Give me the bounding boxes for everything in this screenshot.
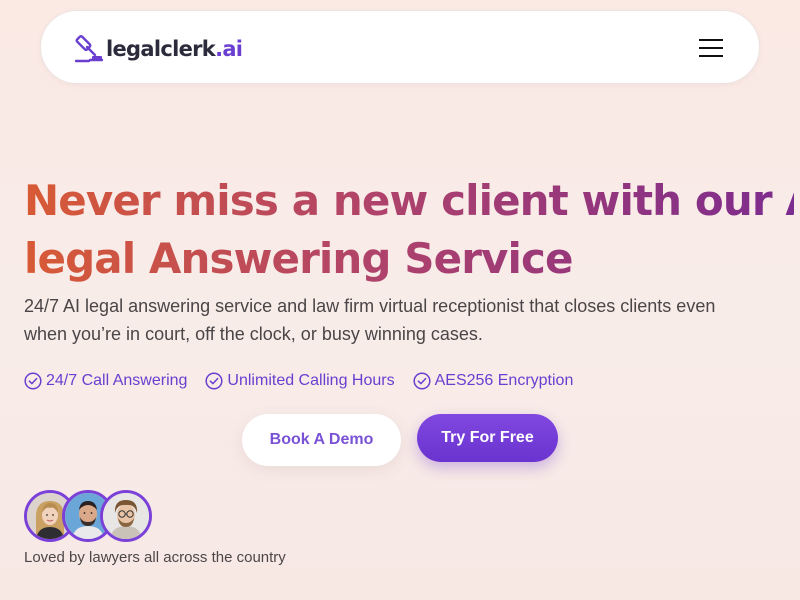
headline-line-1: Never miss a new client with our AI <box>24 176 800 225</box>
feature-item: 24/7 Call Answering <box>24 372 187 390</box>
avatar <box>100 490 152 542</box>
gavel-logo-icon <box>74 34 104 63</box>
logo-suffix: .ai <box>215 37 243 61</box>
hamburger-menu-icon[interactable] <box>697 37 725 59</box>
logo[interactable]: legalclerk.ai <box>73 33 243 65</box>
avatar-man-glasses-icon <box>103 493 149 539</box>
logo-text: legalclerk.ai <box>106 37 243 61</box>
feature-label: AES256 Encryption <box>434 372 574 389</box>
check-circle-icon <box>24 372 42 390</box>
subtitle-line-1: 24/7 AI legal answering service and law … <box>24 296 716 316</box>
hero-subtitle: 24/7 AI legal answering service and law … <box>24 292 784 348</box>
feature-label: Unlimited Calling Hours <box>227 372 395 389</box>
check-circle-icon <box>413 372 431 390</box>
avatar-group <box>24 490 154 544</box>
subtitle-line-2: when you’re in court, off the clock, or … <box>24 324 483 344</box>
social-proof-caption: Loved by lawyers all across the country <box>24 549 286 566</box>
feature-label: 24/7 Call Answering <box>46 372 188 389</box>
headline-line-2: legal Answering Service <box>24 234 573 283</box>
feature-list: 24/7 Call Answering Unlimited Calling Ho… <box>24 369 591 393</box>
navbar: legalclerk.ai <box>40 10 760 84</box>
feature-item: AES256 Encryption <box>413 372 574 390</box>
try-for-free-button[interactable]: Try For Free <box>417 414 558 462</box>
hero-headline: Never miss a new client with our AI lega… <box>24 172 794 288</box>
feature-item: Unlimited Calling Hours <box>205 372 395 390</box>
check-circle-icon <box>205 372 223 390</box>
book-demo-button[interactable]: Book A Demo <box>242 414 401 466</box>
